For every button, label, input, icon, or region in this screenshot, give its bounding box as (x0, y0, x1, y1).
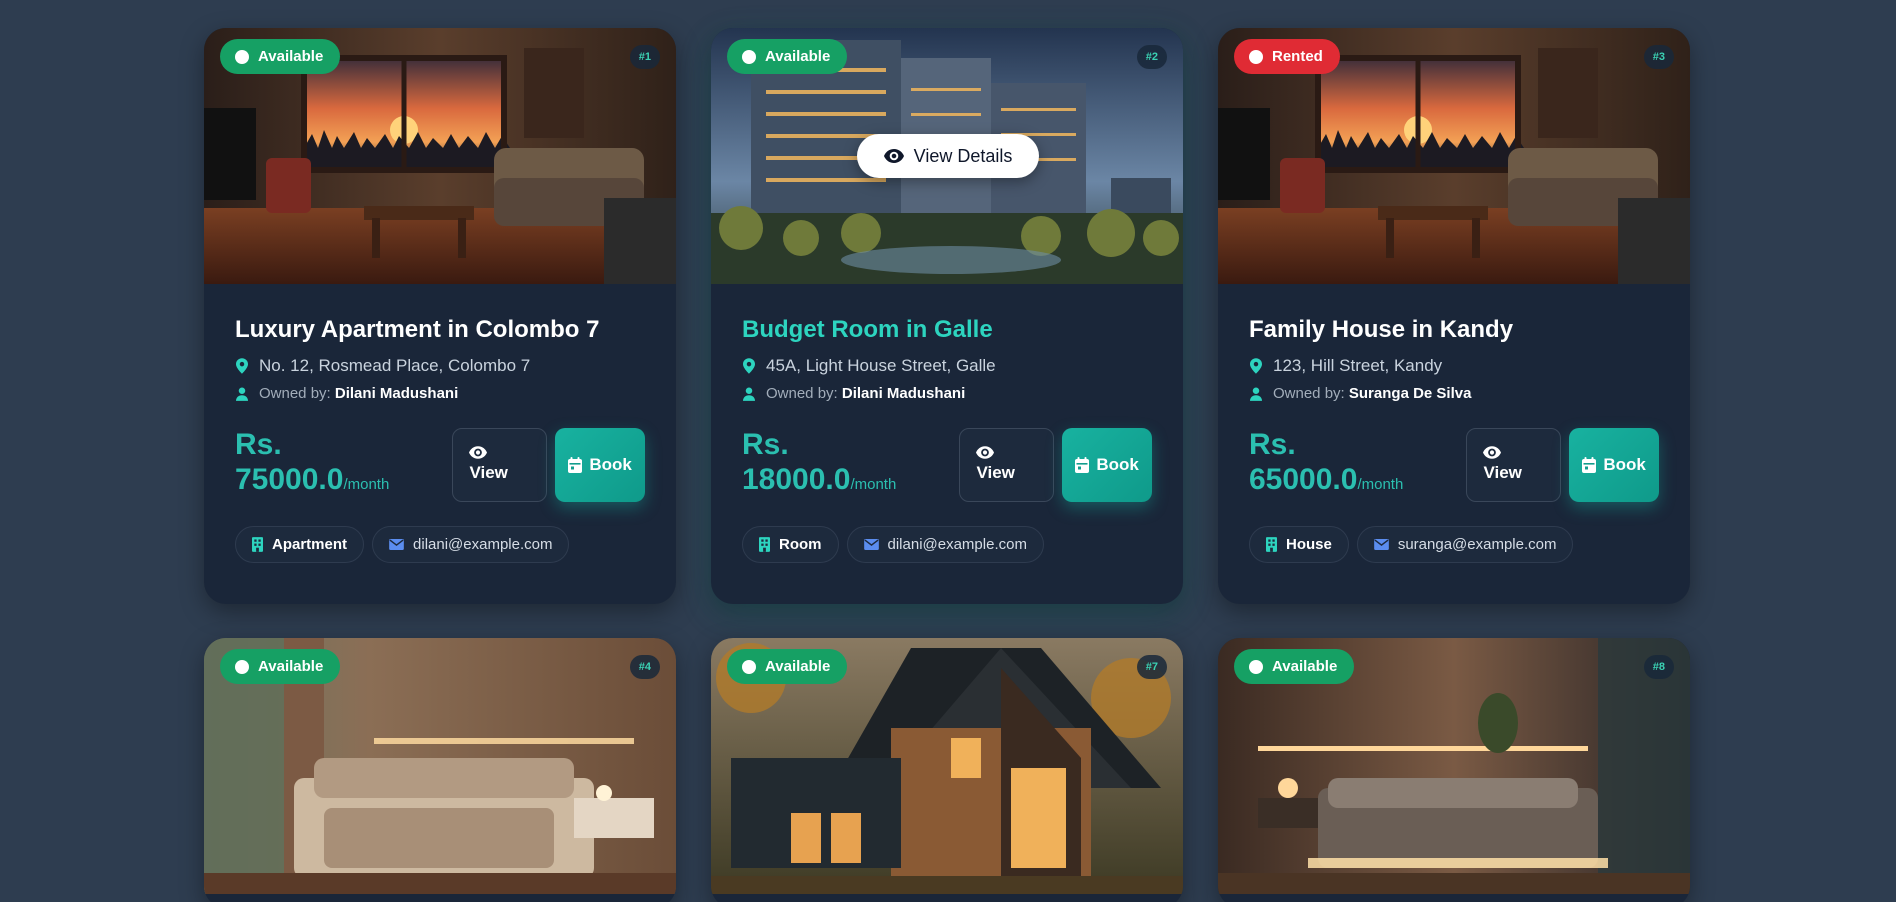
property-image[interactable]: Rented #3 (1218, 28, 1690, 284)
map-pin-icon (235, 358, 249, 374)
eye-icon (469, 446, 487, 459)
listing-id-tag: #2 (1136, 45, 1167, 69)
property-title[interactable]: Luxury Apartment in Colombo 7 (235, 316, 645, 344)
book-button[interactable]: Book (1062, 427, 1152, 502)
building-icon (1266, 537, 1277, 552)
owner-email-chip[interactable]: suranga@example.com (1356, 526, 1574, 563)
status-dot-icon (235, 49, 249, 64)
building-icon (252, 537, 263, 552)
property-image[interactable]: Available #2 View Details (711, 28, 1183, 284)
property-card[interactable]: Available #2 View Details Budget Room in… (711, 28, 1183, 604)
calendar-icon (1075, 457, 1089, 473)
property-price: Rs. 18000.0/month (742, 428, 897, 496)
status-dot-icon (742, 659, 756, 674)
user-icon (1249, 386, 1263, 402)
book-button[interactable]: Book (1569, 427, 1659, 502)
property-type-chip: Room (742, 526, 839, 563)
listing-id-tag: #4 (629, 655, 660, 679)
status-badge: Available (727, 649, 848, 684)
calendar-icon (1582, 457, 1596, 473)
envelope-icon (864, 539, 879, 550)
status-badge: Available (1234, 649, 1355, 684)
eye-icon (976, 446, 994, 459)
property-type-chip: Apartment (235, 526, 365, 563)
property-owner: Owned by: Dilani Madushani (235, 385, 645, 402)
status-badge: Available (727, 39, 848, 74)
user-icon (742, 386, 756, 402)
listing-id-tag: #8 (1643, 655, 1674, 679)
map-pin-icon (1249, 358, 1263, 374)
user-icon (235, 386, 249, 402)
owner-email-chip[interactable]: dilani@example.com (846, 526, 1044, 563)
view-button[interactable]: View (1466, 427, 1562, 502)
property-card[interactable]: Rented #3 Family House in Kandy 123, Hil… (1218, 28, 1690, 604)
property-owner: Owned by: Dilani Madushani (742, 385, 1152, 402)
status-dot-icon (235, 659, 249, 674)
property-card[interactable]: Available #4 (204, 638, 676, 902)
calendar-icon (568, 457, 582, 473)
status-dot-icon (742, 49, 756, 64)
building-icon (759, 537, 770, 552)
property-address: 123, Hill Street, Kandy (1249, 356, 1659, 376)
status-badge: Available (220, 649, 341, 684)
property-card[interactable]: Available #7 (711, 638, 1183, 902)
envelope-icon (1374, 539, 1389, 550)
property-price: Rs. 75000.0/month (235, 428, 390, 496)
view-details-button[interactable]: View Details (857, 134, 1039, 178)
book-button[interactable]: Book (555, 427, 645, 502)
property-card[interactable]: Available #8 (1218, 638, 1690, 902)
status-dot-icon (1249, 49, 1263, 64)
map-pin-icon (742, 358, 756, 374)
listing-id-tag: #7 (1136, 655, 1167, 679)
envelope-icon (389, 539, 404, 550)
view-button[interactable]: View (959, 427, 1055, 502)
property-title[interactable]: Budget Room in Galle (742, 316, 1152, 344)
status-badge: Available (220, 39, 341, 74)
property-address: 45A, Light House Street, Galle (742, 356, 1152, 376)
property-image[interactable]: Available #1 (204, 28, 676, 284)
eye-icon (884, 149, 904, 163)
view-button[interactable]: View (452, 427, 548, 502)
property-image[interactable]: Available #8 (1218, 638, 1690, 894)
property-card[interactable]: Available #1 Luxury Apartment in Colombo… (204, 28, 676, 604)
property-grid: Available #1 Luxury Apartment in Colombo… (204, 28, 1690, 902)
eye-icon (1483, 446, 1501, 459)
property-title[interactable]: Family House in Kandy (1249, 316, 1659, 344)
listing-id-tag: #1 (629, 45, 660, 69)
property-owner: Owned by: Suranga De Silva (1249, 385, 1659, 402)
status-badge: Rented (1234, 39, 1340, 74)
property-image[interactable]: Available #4 (204, 638, 676, 894)
listing-id-tag: #3 (1643, 45, 1674, 69)
property-type-chip: House (1249, 526, 1349, 563)
property-price: Rs. 65000.0/month (1249, 428, 1404, 496)
property-address: No. 12, Rosmead Place, Colombo 7 (235, 356, 645, 376)
status-dot-icon (1249, 659, 1263, 674)
property-image[interactable]: Available #7 (711, 638, 1183, 894)
owner-email-chip[interactable]: dilani@example.com (372, 526, 570, 563)
